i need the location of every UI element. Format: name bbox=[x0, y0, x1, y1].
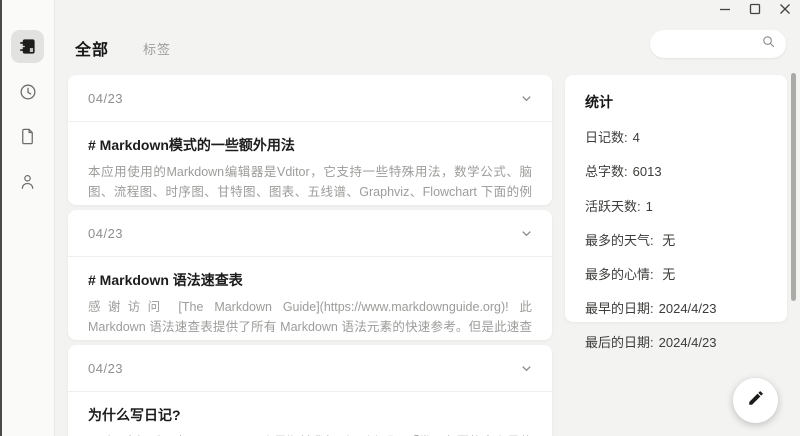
minimize-icon bbox=[719, 2, 731, 20]
maximize-icon bbox=[749, 2, 761, 20]
sidebar-item-history[interactable] bbox=[11, 75, 44, 108]
sidebar-item-profile[interactable] bbox=[11, 165, 44, 198]
search-icon bbox=[761, 34, 776, 54]
diary-entry-card[interactable]: 04/23 # Markdown 语法速查表 感谢访问 [The Markdow… bbox=[68, 210, 552, 340]
statistics-title: 统计 bbox=[585, 92, 767, 112]
stat-label: 日记数: bbox=[585, 130, 628, 145]
sidebar-item-journal[interactable] bbox=[11, 30, 44, 63]
entry-date: 04/23 bbox=[88, 361, 123, 376]
search-input[interactable] bbox=[650, 37, 761, 51]
close-icon bbox=[779, 2, 791, 20]
entry-date: 04/23 bbox=[88, 226, 123, 241]
minimize-button[interactable] bbox=[710, 0, 740, 22]
sidebar bbox=[0, 0, 55, 436]
stat-top-weather: 最多的天气: 无 bbox=[585, 230, 767, 249]
stat-label: 活跃天数: bbox=[585, 199, 641, 214]
person-icon bbox=[18, 172, 37, 191]
journal-book-icon bbox=[18, 37, 37, 56]
stat-value: 1 bbox=[646, 199, 653, 214]
stat-value: 2024/4/23 bbox=[659, 301, 717, 316]
document-icon bbox=[18, 127, 37, 146]
entry-header: 04/23 bbox=[68, 75, 552, 122]
stat-diary-count: 日记数: 4 bbox=[585, 127, 767, 146]
entry-header: 04/23 bbox=[68, 210, 552, 257]
scrollbar-thumb[interactable] bbox=[791, 73, 796, 301]
stat-latest-date: 最后的日期: 2024/4/23 bbox=[585, 332, 767, 351]
chevron-down-icon[interactable] bbox=[519, 226, 534, 241]
stat-earliest-date: 最早的日期: 2024/4/23 bbox=[585, 298, 767, 317]
entry-body: # Markdown模式的一些额外用法 本应用使用的Markdown编辑器是Vd… bbox=[68, 122, 552, 203]
entry-preview: 感谢访问 [The Markdown Guide](https://www.ma… bbox=[88, 298, 532, 338]
tab-all[interactable]: 全部 bbox=[75, 36, 109, 60]
entry-title: # Markdown模式的一些额外用法 bbox=[88, 135, 532, 155]
statistics-panel: 统计 日记数: 4 总字数: 6013 活跃天数: 1 最多的天气: 无 最多的心情:… bbox=[565, 75, 787, 322]
entry-title: # Markdown 语法速查表 bbox=[88, 270, 532, 290]
entry-preview: 本应用使用的Markdown编辑器是Vditor，它支持一些特殊用法，数学公式、… bbox=[88, 163, 532, 203]
diary-entry-card[interactable]: 04/23 为什么写日记? > 引用自知乎用户chun-zi-12 一个星期前我… bbox=[68, 345, 552, 436]
chevron-down-icon[interactable] bbox=[519, 361, 534, 376]
diary-entry-card[interactable]: 04/23 # Markdown模式的一些额外用法 本应用使用的Markdown… bbox=[68, 75, 552, 205]
new-entry-button[interactable] bbox=[733, 378, 778, 423]
stat-value: 4 bbox=[633, 130, 640, 145]
stat-value: 无 bbox=[659, 233, 676, 248]
chevron-down-icon[interactable] bbox=[519, 91, 534, 106]
stat-label: 最多的天气: bbox=[585, 233, 654, 248]
stat-value: 6013 bbox=[633, 164, 662, 179]
stat-label: 最早的日期: bbox=[585, 301, 654, 316]
entry-body: # Markdown 语法速查表 感谢访问 [The Markdown Guid… bbox=[68, 257, 552, 338]
stat-value: 2024/4/23 bbox=[659, 335, 717, 350]
stat-label: 总字数: bbox=[585, 164, 628, 179]
sidebar-item-documents[interactable] bbox=[11, 120, 44, 153]
stat-active-days: 活跃天数: 1 bbox=[585, 196, 767, 215]
window-left-edge bbox=[0, 0, 2, 436]
entry-date: 04/23 bbox=[88, 91, 123, 106]
tab-tags[interactable]: 标签 bbox=[143, 39, 171, 58]
clock-icon bbox=[18, 82, 38, 102]
app-window: 全部 标签 04/23 # Markdown模式的一些额外用法 本应用使用的Ma… bbox=[0, 0, 800, 436]
stat-word-count: 总字数: 6013 bbox=[585, 161, 767, 180]
entry-title: 为什么写日记? bbox=[88, 405, 532, 425]
entry-body: 为什么写日记? > 引用自知乎用户chun-zi-12 一个星期前我想到一个问题… bbox=[68, 392, 552, 436]
close-button[interactable] bbox=[770, 0, 800, 22]
stat-value: 无 bbox=[659, 267, 676, 282]
titlebar bbox=[710, 0, 800, 22]
search-box[interactable] bbox=[650, 30, 786, 58]
stat-label: 最后的日期: bbox=[585, 335, 654, 350]
stat-top-mood: 最多的心情: 无 bbox=[585, 264, 767, 283]
stat-label: 最多的心情: bbox=[585, 267, 654, 282]
entry-header: 04/23 bbox=[68, 345, 552, 392]
pencil-icon bbox=[747, 389, 765, 412]
maximize-button[interactable] bbox=[740, 0, 770, 22]
